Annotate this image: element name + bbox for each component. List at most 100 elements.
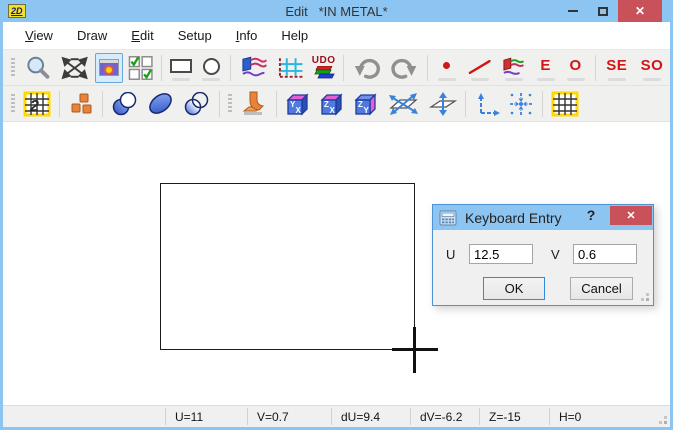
minimize-button[interactable] — [558, 0, 588, 22]
dialog-close-button[interactable]: ✕ — [610, 206, 652, 225]
solids-button[interactable] — [65, 89, 97, 119]
titlebar[interactable]: 2D Edit *IN METAL* ✕ — [3, 0, 670, 22]
view-plane-zx-button[interactable]: Z X — [316, 89, 348, 119]
shaded-view-icon — [99, 59, 119, 76]
toolbar-separator — [102, 91, 103, 117]
circle-icon — [203, 58, 220, 75]
dialog-titlebar[interactable]: Keyboard Entry ? ✕ — [433, 205, 653, 230]
zoom-extents-button[interactable] — [57, 53, 92, 83]
menu-info[interactable]: Info — [224, 23, 270, 48]
construction-grid-button[interactable] — [274, 53, 307, 83]
status-bar: U=11 V=0.7 dU=9.4 dV=-6.2 Z=-15 H=0 — [3, 405, 670, 427]
u-field-input[interactable] — [469, 244, 533, 264]
undo-button[interactable] — [349, 53, 384, 83]
magnifier-icon — [23, 55, 52, 81]
circle-tool-button[interactable] — [197, 53, 225, 83]
multi-window-button[interactable] — [125, 53, 156, 83]
toolbar-grip[interactable] — [11, 94, 15, 114]
boolean-merge-button[interactable] — [144, 89, 178, 119]
cube-zy-letter-a: Z — [358, 100, 363, 109]
shaded-view-icon-ball — [104, 65, 114, 75]
zoom-extents-icon — [60, 55, 89, 81]
union-circles-icon — [111, 92, 139, 116]
grid-toggle-button[interactable] — [548, 89, 582, 119]
converge-arrows-icon — [508, 92, 534, 116]
zoom-tool-button[interactable] — [20, 53, 55, 83]
menu-view[interactable]: View — [13, 23, 65, 48]
shaded-view-button[interactable] — [95, 53, 123, 83]
line-tool-button[interactable] — [463, 53, 496, 83]
redo-icon — [390, 56, 419, 80]
toolbar-grip[interactable] — [228, 94, 232, 114]
menu-help[interactable]: Help — [269, 23, 320, 48]
u-field-label: U — [446, 247, 456, 262]
view-plane-yx-button[interactable]: Y X — [282, 89, 314, 119]
toolbar-separator — [427, 55, 428, 81]
maximize-icon — [598, 7, 608, 16]
cancel-button[interactable]: Cancel — [570, 277, 633, 300]
app-2d-icon[interactable]: 2D — [8, 4, 26, 18]
boolean-union-button[interactable] — [108, 89, 142, 119]
cube-zx-icon: Z X — [319, 91, 345, 117]
se-mode-button[interactable]: SE — [601, 53, 633, 83]
boolean-intersect-button[interactable] — [180, 89, 214, 119]
rotate-plane-button[interactable] — [384, 89, 422, 119]
rectangle-tool-button[interactable] — [167, 53, 195, 83]
status-du: dU=9.4 — [332, 406, 410, 427]
toolbar-separator — [343, 55, 344, 81]
e-mode-button[interactable]: E — [532, 53, 560, 83]
resize-grip[interactable] — [664, 421, 667, 424]
move-plane-button[interactable] — [424, 89, 460, 119]
cube-zx-letter-a: Z — [324, 100, 329, 109]
dialog-fields-row: U V — [446, 244, 653, 264]
o-mode-button[interactable]: O — [562, 53, 590, 83]
maximize-button[interactable] — [588, 0, 618, 22]
dialog-resize-grip[interactable] — [646, 298, 649, 301]
multicolor-flag-icon — [501, 57, 526, 79]
toolbar-separator — [542, 91, 543, 117]
menu-setup[interactable]: Setup — [166, 23, 224, 48]
udo-button[interactable]: UDO — [309, 53, 338, 83]
redo-button[interactable] — [387, 53, 422, 83]
menu-edit[interactable]: Edit — [119, 23, 165, 48]
toolbar-grip[interactable] — [11, 58, 15, 78]
v-field-label: V — [551, 247, 561, 262]
surface-create-button[interactable] — [498, 53, 529, 83]
toolbar-separator — [465, 91, 466, 117]
extrude-button[interactable] — [237, 89, 271, 119]
snap-center-button[interactable] — [505, 89, 537, 119]
orange-cubes-icon — [68, 92, 94, 116]
cube-yx-letter-b: X — [296, 106, 302, 115]
e-label: E — [537, 57, 554, 78]
plane-vertical-arrow-icon — [427, 92, 457, 116]
grid-2d-glyph: 2 — [29, 98, 39, 115]
red-line-icon — [466, 57, 493, 79]
ok-button[interactable]: OK — [483, 277, 545, 300]
overlap-circles-icon — [183, 92, 211, 116]
toolbar-separator — [219, 91, 220, 117]
udo-books-icon — [312, 66, 336, 79]
v-field-input[interactable] — [573, 244, 637, 264]
point-tool-button[interactable] — [433, 53, 461, 83]
surface-flag-button[interactable] — [236, 53, 271, 83]
so-mode-button[interactable]: SO — [635, 53, 669, 83]
windows-check-icon — [128, 55, 153, 81]
toolbar-separator — [595, 55, 596, 81]
merged-blob-icon — [147, 92, 175, 116]
calculator-icon — [439, 210, 457, 226]
axes-button[interactable] — [471, 89, 503, 119]
view-plane-zy-button[interactable]: Z Y — [350, 89, 382, 119]
se-label: SE — [603, 57, 630, 78]
dialog-title: Keyboard Entry — [465, 210, 562, 226]
window-controls: ✕ — [558, 0, 662, 22]
grid-2d-button[interactable]: 2 — [20, 89, 54, 119]
dialog-help-button[interactable]: ? — [581, 207, 601, 223]
blue-flag-icon — [239, 56, 268, 80]
udo-icon: UDO — [312, 56, 336, 79]
close-button[interactable]: ✕ — [618, 0, 662, 22]
cube-zx-letter-b: X — [330, 106, 336, 115]
grid-2d-icon: 2 — [23, 91, 51, 117]
toolbar-row-2: 2 — [3, 86, 670, 122]
menu-draw[interactable]: Draw — [65, 23, 119, 48]
plane-diagonal-arrows-icon — [387, 92, 419, 116]
